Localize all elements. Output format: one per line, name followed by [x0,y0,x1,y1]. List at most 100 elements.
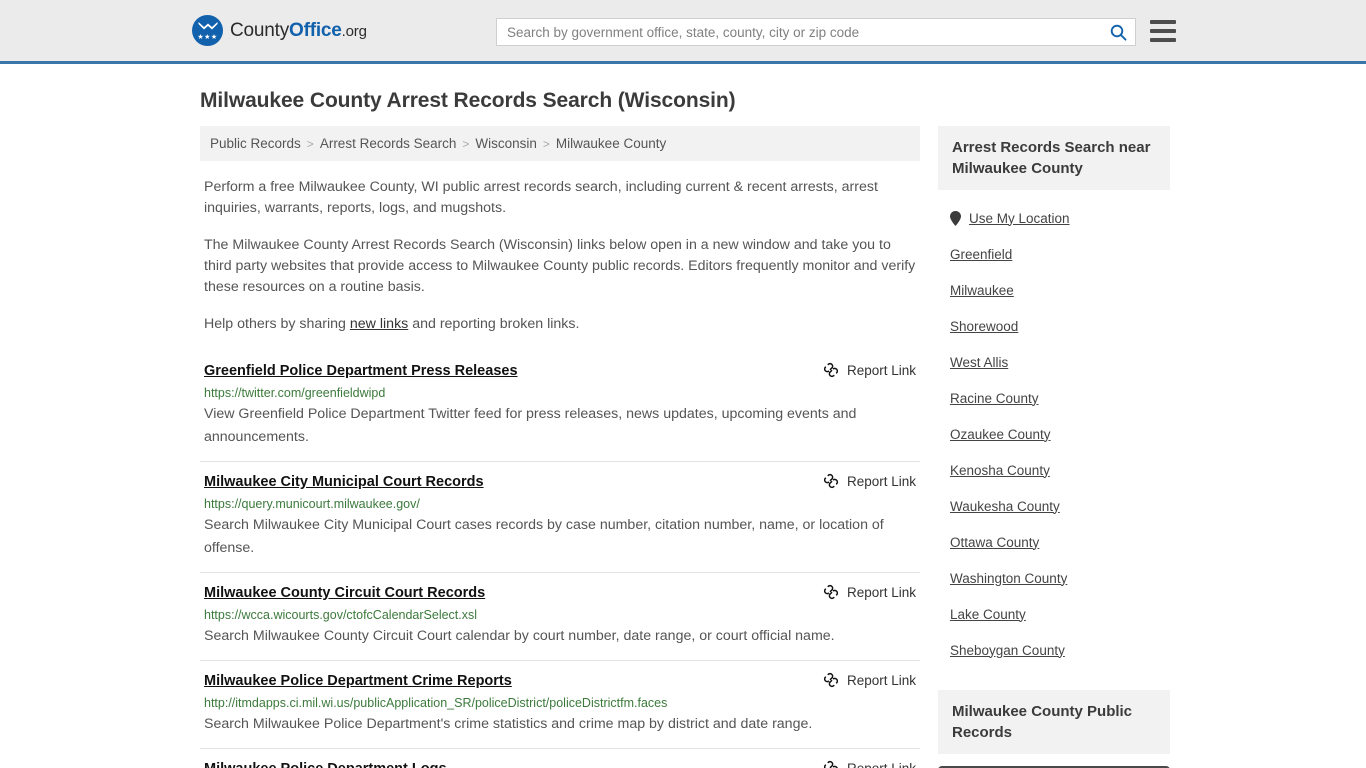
logo-wordmark: CountyOffice.org [230,20,367,42]
new-links-link[interactable]: new links [350,316,408,332]
eagle-shield-icon: ★★★ [192,15,223,46]
result-header: Milwaukee County Circuit Court Records R… [204,583,916,603]
use-my-location-label: Use My Location [969,210,1070,226]
result-header: Milwaukee Police Department Crime Report… [204,671,916,691]
intro-paragraph-3-prefix: Help others by sharing [204,316,350,332]
sidebar-item-racine-county[interactable]: Racine County [938,380,1170,416]
sidebar-item-washington-county[interactable]: Washington County [938,560,1170,596]
result-url: https://query.municourt.milwaukee.gov/ [204,497,420,511]
result-description: View Greenfield Police Department Twitte… [204,406,857,445]
breadcrumb-item-public-records[interactable]: Public Records [210,136,301,151]
site-logo[interactable]: ★★★ CountyOffice.org [192,15,367,46]
hamburger-bar [1150,29,1176,33]
breadcrumb-item-milwaukee-county: Milwaukee County [555,136,667,151]
broken-link-icon [823,362,838,378]
sidebar-item-greenfield[interactable]: Greenfield [938,236,1170,272]
result-header: Milwaukee Police Department Logs Report … [204,759,916,768]
breadcrumb-separator-icon: > [542,136,550,151]
search-input[interactable] [497,19,1101,45]
sidebar-item-waukesha-county[interactable]: Waukesha County [938,488,1170,524]
report-link-button[interactable]: Report Link [823,583,916,600]
hamburger-menu-icon[interactable] [1150,20,1176,42]
sidebar-link-label: Ozaukee County [950,426,1051,442]
breadcrumb-separator-icon: > [306,136,314,151]
sidebar-item-lake-county[interactable]: Lake County [938,596,1170,632]
sidebar-link-label: Ottawa County [950,534,1040,550]
breadcrumb-item-arrest-records-search[interactable]: Arrest Records Search [320,136,457,151]
broken-link-icon [823,473,838,489]
logo-text-county: County [230,19,290,41]
result-title-link[interactable]: Milwaukee County Circuit Court Records [204,583,485,603]
report-link-label: Report Link [846,672,916,688]
result-item: Milwaukee Police Department Logs Report … [200,748,920,768]
result-url: https://wcca.wicourts.gov/ctofcCalendarS… [204,608,478,622]
eagle-wings-glyph [198,22,217,30]
broken-link-icon [823,672,838,688]
intro-paragraph-2: The Milwaukee County Arrest Records Sear… [204,237,916,295]
sidebar-link-label: Racine County [950,390,1039,406]
sidebar-item-milwaukee[interactable]: Milwaukee [938,272,1170,308]
report-link-label: Report Link [846,473,916,489]
logo-text-office: Office [289,19,342,41]
sidebar-nearby-heading: Arrest Records Search near Milwaukee Cou… [938,126,1170,190]
sidebar-link-label: Lake County [950,606,1026,622]
result-description: Search Milwaukee Police Department's cri… [204,716,813,732]
sidebar-link-label: Shorewood [950,318,1019,334]
sidebar: Arrest Records Search near Milwaukee Cou… [938,126,1170,768]
search-icon [1110,24,1126,41]
page-title: Milwaukee County Arrest Records Search (… [200,89,736,112]
search-bar [496,18,1136,46]
sidebar-link-label: Greenfield [950,246,1013,262]
sidebar-link-label: Kenosha County [950,462,1050,478]
intro-paragraph-1: Perform a free Milwaukee County, WI publ… [204,179,878,216]
sidebar-item-ottawa-county[interactable]: Ottawa County [938,524,1170,560]
result-item: Milwaukee County Circuit Court Records R… [200,572,920,660]
page-body: Milwaukee County Arrest Records Search (… [0,89,1366,768]
intro-paragraph-3: Help others by sharing new links and rep… [204,314,920,335]
result-item: Milwaukee City Municipal Court Records R… [200,461,920,572]
report-link-label: Report Link [846,362,916,378]
report-link-label: Report Link [846,584,916,600]
intro-text: Perform a free Milwaukee County, WI publ… [200,177,920,335]
report-link-button[interactable]: Report Link [823,759,916,768]
sidebar-public-records-heading: Milwaukee County Public Records [938,690,1170,754]
sidebar-item-kenosha-county[interactable]: Kenosha County [938,452,1170,488]
sidebar-link-label: Milwaukee [950,282,1014,298]
sidebar-item-west-allis[interactable]: West Allis [938,344,1170,380]
sidebar-link-label: Waukesha County [950,498,1060,514]
result-description: Search Milwaukee County Circuit Court ca… [204,628,835,644]
result-item: Greenfield Police Department Press Relea… [200,357,920,461]
sidebar-links: Use My Location Greenfield Milwaukee Sho… [938,200,1170,668]
results-list: Greenfield Police Department Press Relea… [200,357,920,768]
search-button[interactable] [1101,19,1135,45]
sidebar-item-use-my-location[interactable]: Use My Location [938,200,1170,236]
broken-link-icon [823,584,838,600]
result-item: Milwaukee Police Department Crime Report… [200,660,920,748]
intro-paragraph-3-suffix: and reporting broken links. [408,316,580,332]
content-row: Public Records > Arrest Records Search >… [200,126,1366,768]
breadcrumb-item-wisconsin[interactable]: Wisconsin [475,136,537,151]
sidebar-link-label: Sheboygan County [950,642,1065,658]
sidebar-item-sheboygan-county[interactable]: Sheboygan County [938,632,1170,668]
logo-stars: ★★★ [197,34,218,41]
report-link-button[interactable]: Report Link [823,671,916,688]
result-url: https://twitter.com/greenfieldwipd [204,386,386,400]
hamburger-bar [1150,20,1176,24]
main-column: Public Records > Arrest Records Search >… [200,126,920,768]
breadcrumb: Public Records > Arrest Records Search >… [200,126,920,161]
sidebar-item-shorewood[interactable]: Shorewood [938,308,1170,344]
sidebar-link-label: West Allis [950,354,1009,370]
result-title-link[interactable]: Milwaukee Police Department Logs [204,759,447,768]
report-link-button[interactable]: Report Link [823,361,916,378]
sidebar-item-ozaukee-county[interactable]: Ozaukee County [938,416,1170,452]
sidebar-link-label: Washington County [950,570,1068,586]
result-title-link[interactable]: Milwaukee City Municipal Court Records [204,472,484,492]
result-header: Greenfield Police Department Press Relea… [204,361,916,381]
site-header: ★★★ CountyOffice.org [0,0,1366,64]
result-title-link[interactable]: Greenfield Police Department Press Relea… [204,361,518,381]
result-title-link[interactable]: Milwaukee Police Department Crime Report… [204,671,512,691]
hamburger-bar [1150,38,1176,42]
report-link-button[interactable]: Report Link [823,472,916,489]
map-pin-icon [950,210,961,226]
broken-link-icon [823,760,838,768]
